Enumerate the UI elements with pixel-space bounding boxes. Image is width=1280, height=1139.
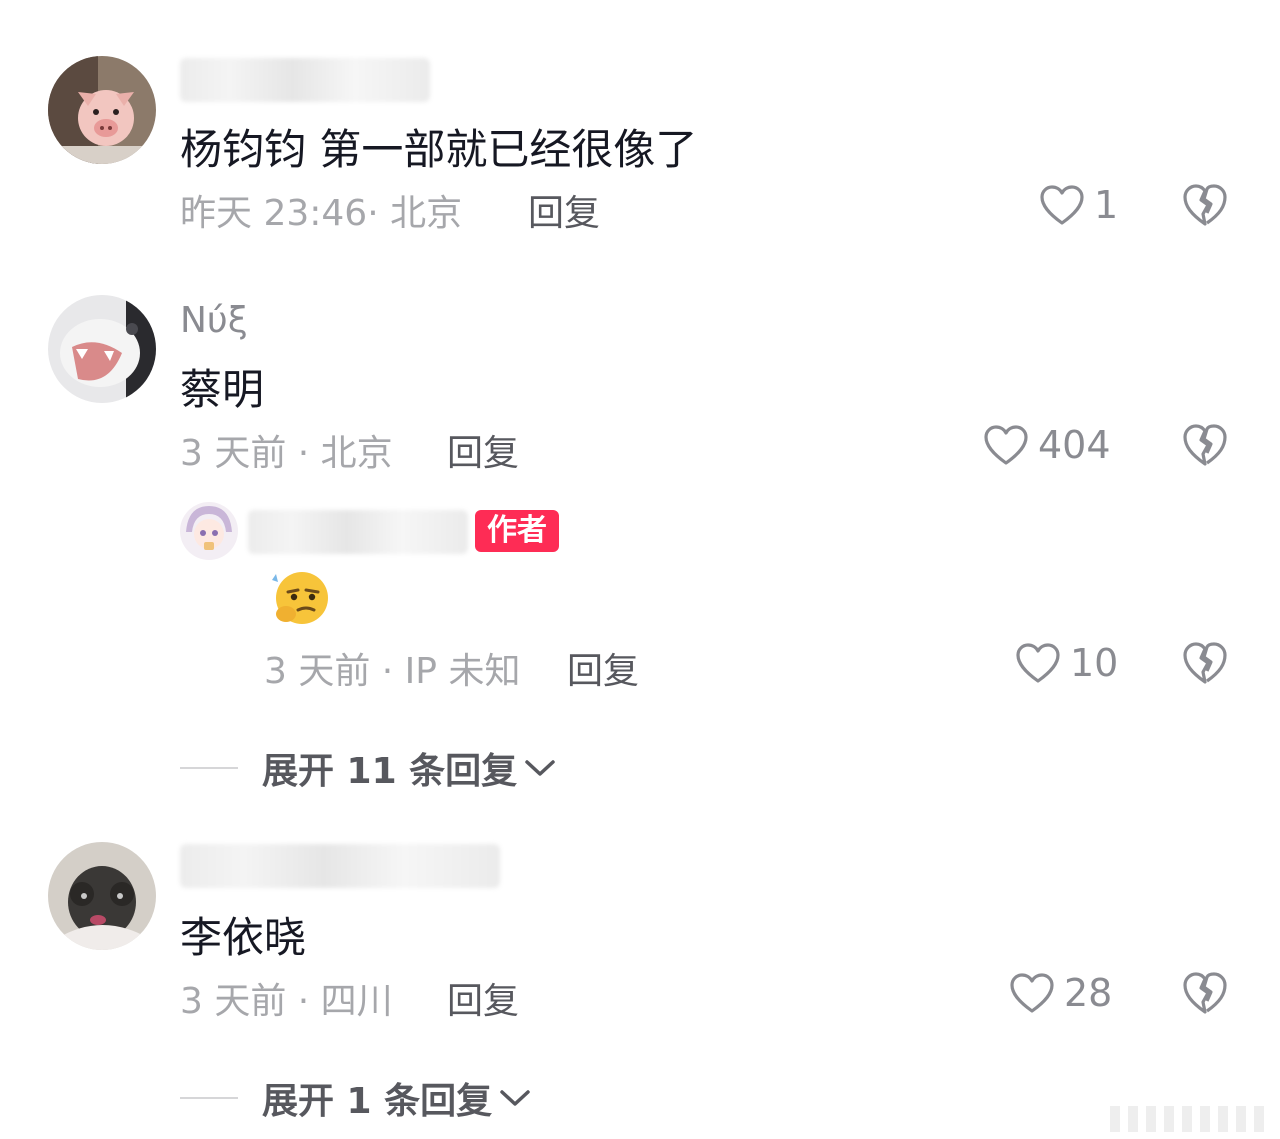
comment-text: 李依晓 <box>180 913 307 962</box>
expand-replies-label: 展开 1 条回复 <box>262 1081 493 1122</box>
avatar[interactable] <box>48 56 156 164</box>
avatar[interactable] <box>48 842 156 950</box>
heart-outline-icon <box>1016 643 1060 683</box>
heart-outline-icon <box>1040 185 1084 225</box>
like-count: 1 <box>1094 183 1119 227</box>
like-button[interactable]: 10 <box>1014 638 1118 688</box>
broken-heart-icon[interactable] <box>1180 180 1230 230</box>
comment-meta: 3 天前 · 四川 <box>180 981 393 1022</box>
divider-line <box>180 767 238 769</box>
comment-meta: 3 天前 · 北京 <box>180 433 393 474</box>
reply-button[interactable]: 回复 <box>447 972 519 1024</box>
reply-button[interactable]: 回复 <box>567 642 639 694</box>
avatar[interactable] <box>48 295 156 403</box>
like-button[interactable]: 404 <box>982 420 1111 470</box>
author-name-blurred[interactable] <box>248 510 468 554</box>
chevron-down-icon <box>525 760 555 776</box>
author-name-blurred[interactable] <box>180 58 430 102</box>
like-count: 28 <box>1064 971 1113 1015</box>
reply-button[interactable]: 回复 <box>447 424 519 476</box>
like-count: 404 <box>1038 423 1111 467</box>
broken-heart-icon[interactable] <box>1180 968 1230 1018</box>
reply-button[interactable]: 回复 <box>528 184 600 236</box>
comment-text: 杨钧钧 第一部就已经很像了 <box>180 125 698 174</box>
like-button[interactable]: 28 <box>1008 968 1112 1018</box>
expand-replies-button[interactable]: 展开 1 条回复 <box>180 1072 532 1124</box>
thinking-face-emoji <box>272 572 328 624</box>
author-name[interactable]: Νύξ <box>180 300 248 341</box>
like-count: 10 <box>1070 641 1119 685</box>
comment-text: 蔡明 <box>180 365 265 414</box>
comment-meta: 昨天 23:46· 北京 <box>180 193 463 234</box>
heart-outline-icon <box>984 425 1028 465</box>
expand-replies-button[interactable]: 展开 11 条回复 <box>180 742 557 794</box>
author-name-blurred[interactable] <box>180 844 500 888</box>
like-button[interactable]: 1 <box>1038 180 1118 230</box>
broken-heart-icon[interactable] <box>1180 420 1230 470</box>
watermark <box>1110 1106 1270 1132</box>
expand-replies-label: 展开 11 条回复 <box>262 751 518 792</box>
avatar[interactable] <box>180 502 238 560</box>
heart-outline-icon <box>1010 973 1054 1013</box>
broken-heart-icon[interactable] <box>1180 638 1230 688</box>
divider-line <box>180 1097 238 1099</box>
sub-reply-meta: 3 天前 · IP 未知 <box>264 651 521 692</box>
author-badge: 作者 <box>475 510 559 552</box>
chevron-down-icon <box>500 1090 530 1106</box>
